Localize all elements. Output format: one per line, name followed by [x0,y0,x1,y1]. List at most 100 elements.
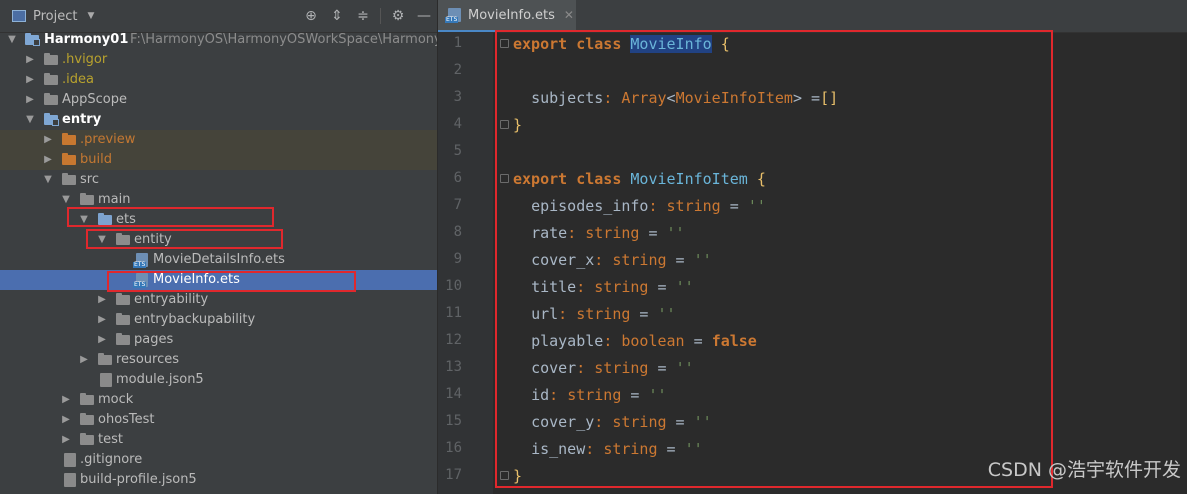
chevron-down-icon[interactable]: ▼ [24,110,36,130]
code-property: is_new [531,440,586,458]
folder-icon [80,433,94,445]
tree-item-ets[interactable]: ▼ ets [0,210,437,230]
project-title: Project [33,8,78,24]
code-line-9: cover_x: string = '' [531,251,712,269]
tree-item-label: test [98,432,123,447]
tree-item-entry[interactable]: ▼ entry [0,110,437,130]
code-line-15: cover_y: string = '' [531,413,712,431]
tree-item-hvigor[interactable]: ▶ .hvigor [0,50,437,70]
tree-item-idea[interactable]: ▶ .idea [0,70,437,90]
ets-file-icon [445,8,461,23]
tab-movieinfo[interactable]: MovieInfo.ets ✕ [438,0,576,32]
tree-item-preview[interactable]: ▶ .preview [0,130,437,150]
chevron-down-icon[interactable]: ▼ [6,30,18,50]
toolbar-divider [380,8,381,24]
tree-item-src[interactable]: ▼ src [0,170,437,190]
code-value: '' [675,278,694,296]
tree-item-label: AppScope [62,92,127,107]
hide-panel-icon[interactable]: — [411,8,437,24]
tree-item-moviedetailsinfo[interactable]: MovieDetailsInfo.ets [0,250,437,270]
code-property: cover_y [531,413,595,431]
chevron-right-icon[interactable]: ▶ [60,430,72,450]
fold-marker-icon[interactable] [500,39,509,48]
chevron-right-icon[interactable]: ▶ [42,150,54,170]
tree-item-label: .preview [80,132,136,147]
fold-marker-icon[interactable] [500,471,509,480]
tree-item-harmony01[interactable]: ▼ Harmony01 F:\HarmonyOS\HarmonyOSWorkSp… [0,30,437,50]
code-type: boolean [621,332,685,350]
tree-item-ohostest[interactable]: ▶ ohosTest [0,410,437,430]
tree-item-label: main [98,192,131,207]
tree-item-label: src [80,172,99,187]
chevron-right-icon[interactable]: ▶ [24,90,36,110]
code-property: cover_x [531,251,595,269]
collapse-all-icon[interactable]: ≑ [350,8,376,24]
chevron-right-icon[interactable]: ▶ [96,330,108,350]
code-line-4: } [513,112,522,139]
chevron-right-icon[interactable]: ▶ [42,130,54,150]
tree-item-label: entryability [134,292,209,307]
tree-item-label: .hvigor [62,52,108,67]
code-type: Array [621,89,667,107]
tree-item-label: entrybackupability [134,312,256,327]
tree-item-appscope[interactable]: ▶ AppScope [0,90,437,110]
tree-item-main[interactable]: ▼ main [0,190,437,210]
code-area[interactable]: export class MovieInfo { subjects: Array… [438,30,1187,494]
code-property: playable [531,332,604,350]
chevron-right-icon[interactable]: ▶ [96,310,108,330]
code-line-7: episodes_info: string = '' [531,197,766,215]
tree-item-label: module.json5 [116,372,204,387]
code-line-13: cover: string = '' [531,359,694,377]
folder-icon [80,393,94,405]
chevron-down-icon[interactable]: ▼ [78,210,90,230]
fold-marker-icon[interactable] [500,174,509,183]
project-view-selector[interactable]: Project ▼ [12,9,94,24]
chevron-down-icon[interactable]: ▼ [96,230,108,250]
chevron-down-icon[interactable]: ▼ [60,190,72,210]
tree-item-build[interactable]: ▶ build [0,150,437,170]
tree-item-resources[interactable]: ▶ resources [0,350,437,370]
chevron-right-icon[interactable]: ▶ [60,390,72,410]
chevron-right-icon[interactable]: ▶ [24,50,36,70]
source-folder-icon [98,213,112,225]
locate-file-icon[interactable]: ⊕ [298,8,324,24]
tree-item-label: entity [134,232,172,247]
folder-icon [116,313,130,325]
tree-item-gitignore[interactable]: .gitignore [0,450,437,470]
code-type: string [585,224,640,242]
tree-item-entryability[interactable]: ▶ entryability [0,290,437,310]
tree-item-label: Harmony01 [44,32,129,47]
close-icon[interactable]: ✕ [564,8,574,22]
folder-icon [80,193,94,205]
tree-item-label: pages [134,332,174,347]
folder-icon [44,73,58,85]
tree-item-label: MovieInfo.ets [153,272,240,287]
code-line-3: subjects: Array<MovieInfoItem> =[] [513,85,838,112]
project-icon [12,10,26,22]
tree-item-entity[interactable]: ▼ entity [0,230,437,250]
tree-item-module-json5[interactable]: module.json5 [0,370,437,390]
chevron-right-icon[interactable]: ▶ [60,410,72,430]
chevron-down-icon[interactable]: ▼ [87,11,94,21]
chevron-down-icon[interactable]: ▼ [42,170,54,190]
code-angle-close: > = [792,89,821,107]
code-value: '' [675,359,694,377]
tree-item-pages[interactable]: ▶ pages [0,330,437,350]
gear-icon[interactable]: ⚙ [385,8,411,24]
chevron-right-icon[interactable]: ▶ [24,70,36,90]
tree-item-build-profile[interactable]: build-profile.json5 [0,470,437,490]
tree-item-mock[interactable]: ▶ mock [0,390,437,410]
fold-marker-icon[interactable] [500,120,509,129]
code-keyword: export class [513,170,622,188]
code-line-8: rate: string = '' [531,224,685,242]
code-type: string [594,359,649,377]
code-property: episodes_info [531,197,649,215]
tree-item-movieinfo[interactable]: MovieInfo.ets [0,270,437,290]
code-colon: : [576,278,586,296]
tree-item-entrybackupability[interactable]: ▶ entrybackupability [0,310,437,330]
tree-item-test[interactable]: ▶ test [0,430,437,450]
expand-all-icon[interactable]: ⇕ [324,8,350,24]
chevron-right-icon[interactable]: ▶ [78,350,90,370]
chevron-right-icon[interactable]: ▶ [96,290,108,310]
code-value: false [711,332,757,350]
